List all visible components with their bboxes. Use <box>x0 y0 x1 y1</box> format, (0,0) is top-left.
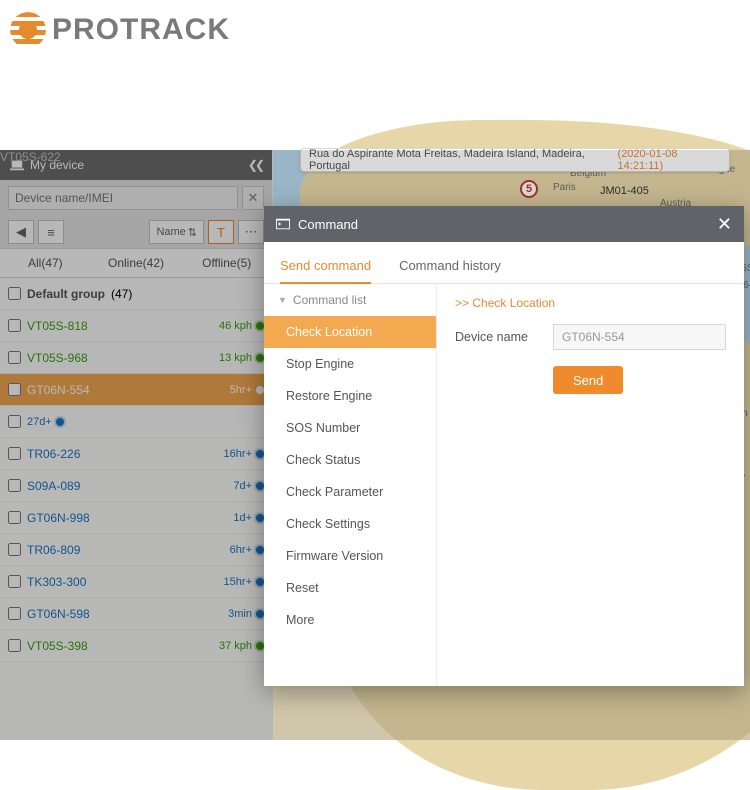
form-breadcrumb: >> Check Location <box>455 296 726 310</box>
brand: PROTRACK <box>10 12 230 48</box>
brand-logo-icon <box>10 12 46 48</box>
command-item[interactable]: Check Status <box>264 444 436 476</box>
close-icon[interactable]: ✕ <box>717 215 732 233</box>
command-list-title: Command list <box>293 293 366 307</box>
command-item[interactable]: Firmware Version <box>264 540 436 572</box>
device-name-input[interactable] <box>553 324 726 350</box>
command-item[interactable]: Check Parameter <box>264 476 436 508</box>
command-item[interactable]: Stop Engine <box>264 348 436 380</box>
device-name-label: Device name <box>455 330 543 344</box>
modal-body: ▼ Command list Check LocationStop Engine… <box>264 284 744 686</box>
command-list-column: ▼ Command list Check LocationStop Engine… <box>264 284 437 686</box>
command-item[interactable]: Check Settings <box>264 508 436 540</box>
command-icon <box>276 218 290 230</box>
modal-titlebar: Command ✕ <box>264 206 744 242</box>
command-item[interactable]: More <box>264 604 436 636</box>
command-form: >> Check Location Device name Send <box>437 284 744 686</box>
device-name-field: Device name <box>455 324 726 350</box>
command-item[interactable]: Reset <box>264 572 436 604</box>
tab-send-command[interactable]: Send command <box>280 258 371 284</box>
command-item[interactable]: SOS Number <box>264 412 436 444</box>
send-button[interactable]: Send <box>553 366 623 394</box>
brand-text: PROTRACK <box>52 13 230 47</box>
workspace: Belgium Paris Austria Prague TK116- 3-92… <box>0 150 750 740</box>
caret-down-icon: ▼ <box>278 295 287 305</box>
tab-command-history[interactable]: Command history <box>399 258 501 283</box>
modal-title: Command <box>298 217 358 232</box>
command-item[interactable]: Check Location <box>264 316 436 348</box>
modal-tabs: Send command Command history <box>264 242 744 284</box>
command-list-header[interactable]: ▼ Command list <box>264 284 436 316</box>
command-item[interactable]: Restore Engine <box>264 380 436 412</box>
command-modal: Command ✕ Send command Command history ▼… <box>264 206 744 686</box>
